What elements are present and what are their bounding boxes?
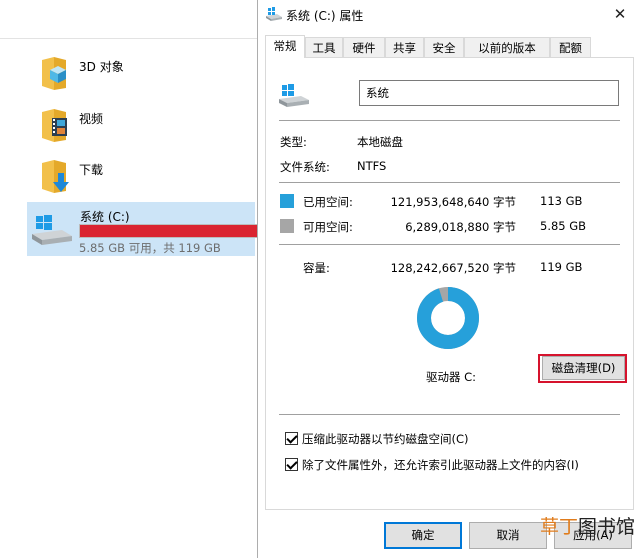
folder-downloads-icon bbox=[42, 160, 69, 193]
divider bbox=[279, 182, 620, 183]
index-checkbox[interactable] bbox=[285, 458, 298, 471]
free-space-label: 可用空间: bbox=[303, 220, 353, 234]
folder-label: 3D 对象 bbox=[79, 60, 124, 74]
file-explorer-pane: 3D 对象 视频 下载 系统 (C:) 5.85 GB 可用，共 119 GB bbox=[0, 0, 276, 558]
folder-item-3d-objects[interactable]: 3D 对象 bbox=[32, 52, 258, 98]
donut-used-segment bbox=[417, 287, 479, 349]
index-checkbox-label[interactable]: 除了文件属性外，还允许索引此驱动器上文件的内容(I) bbox=[302, 457, 579, 473]
windows-drive-icon bbox=[32, 215, 72, 245]
dialog-titlebar[interactable]: 系统 (C:) 属性 ✕ bbox=[258, 0, 640, 30]
tab-security[interactable]: 安全 bbox=[424, 37, 464, 57]
used-space-label: 已用空间: bbox=[303, 195, 353, 209]
ok-button[interactable]: 确定 bbox=[384, 522, 462, 549]
used-space-bytes: 121,953,648,640 字节 bbox=[390, 195, 516, 209]
capacity-bytes: 128,242,667,520 字节 bbox=[390, 261, 516, 275]
drive-space-info: 5.85 GB 可用，共 119 GB bbox=[79, 241, 221, 255]
free-space-size: 5.85 GB bbox=[540, 219, 587, 233]
watermark-part-a: 草丁 bbox=[540, 516, 579, 538]
tab-previous-versions[interactable]: 以前的版本 bbox=[464, 37, 550, 57]
drive-item-c[interactable]: 系统 (C:) 5.85 GB 可用，共 119 GB bbox=[27, 202, 276, 256]
tab-tools[interactable]: 工具 bbox=[305, 37, 343, 57]
divider bbox=[279, 414, 620, 415]
free-space-swatch bbox=[280, 219, 294, 233]
folder-item-videos[interactable]: 视频 bbox=[32, 104, 258, 150]
drive-letter-label: 驱动器 C: bbox=[426, 370, 477, 384]
capacity-label: 容量: bbox=[303, 261, 330, 275]
cancel-button[interactable]: 取消 bbox=[469, 522, 547, 549]
disk-usage-donut-chart bbox=[417, 287, 479, 349]
used-space-swatch bbox=[280, 194, 294, 208]
folder-videos-icon bbox=[42, 109, 67, 142]
divider bbox=[279, 120, 620, 121]
watermark-part-b: 图书馆 bbox=[578, 516, 636, 538]
drive-large-icon bbox=[279, 84, 309, 107]
drive-usage-bar bbox=[79, 224, 276, 238]
compress-checkbox-label[interactable]: 压缩此驱动器以节约磁盘空间(C) bbox=[302, 431, 469, 447]
explorer-divider bbox=[0, 38, 258, 39]
type-value: 本地磁盘 bbox=[357, 135, 403, 149]
folder-3d-objects-icon bbox=[42, 57, 66, 90]
folder-label: 下载 bbox=[79, 163, 104, 177]
tab-general[interactable]: 常规 bbox=[265, 35, 305, 58]
close-icon[interactable]: ✕ bbox=[600, 0, 640, 30]
tab-quota[interactable]: 配额 bbox=[550, 37, 591, 57]
free-space-bytes: 6,289,018,880 字节 bbox=[405, 220, 516, 234]
capacity-size: 119 GB bbox=[540, 260, 583, 274]
tab-strip: 常规 工具 硬件 共享 安全 以前的版本 配额 bbox=[265, 35, 635, 58]
used-space-size: 113 GB bbox=[540, 194, 583, 208]
divider bbox=[279, 244, 620, 245]
folder-item-downloads[interactable]: 下载 bbox=[32, 155, 258, 201]
general-panel: 类型: 本地磁盘 文件系统: NTFS 已用空间: 121,953,648,64… bbox=[265, 57, 634, 510]
dialog-title: 系统 (C:) 属性 bbox=[286, 9, 364, 23]
drive-usage-fill bbox=[80, 225, 266, 237]
drive-name-field[interactable] bbox=[359, 80, 619, 106]
filesystem-label: 文件系统: bbox=[280, 160, 330, 174]
tab-hardware[interactable]: 硬件 bbox=[343, 37, 385, 57]
drive-title-icon bbox=[266, 7, 282, 21]
type-label: 类型: bbox=[280, 135, 307, 149]
folder-label: 视频 bbox=[79, 112, 104, 126]
highlight-box bbox=[538, 354, 627, 383]
compress-checkbox[interactable] bbox=[285, 432, 298, 445]
watermark: 草丁图书馆 bbox=[540, 512, 635, 539]
filesystem-value: NTFS bbox=[357, 159, 387, 173]
properties-dialog: 系统 (C:) 属性 ✕ 常规 工具 硬件 共享 安全 以前的版本 配额 类型:… bbox=[257, 0, 640, 558]
drive-name: 系统 (C:) bbox=[80, 210, 130, 224]
tab-sharing[interactable]: 共享 bbox=[385, 37, 424, 57]
